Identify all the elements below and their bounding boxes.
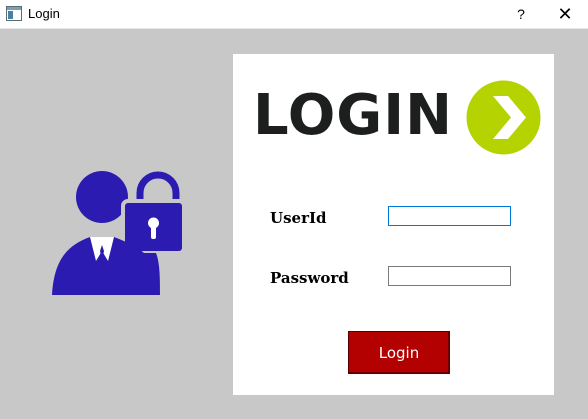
userid-label: UserId	[270, 209, 327, 227]
user-lock-icon	[52, 171, 182, 295]
window-client-area: LOGIN UserId Password Login	[0, 29, 588, 419]
login-button[interactable]: Login	[348, 331, 450, 374]
close-button[interactable]: ✕	[542, 0, 588, 28]
title-bar: Login ? ✕	[0, 0, 588, 29]
help-button[interactable]: ?	[498, 0, 544, 28]
password-label: Password	[270, 269, 349, 287]
window-title: Login	[28, 6, 60, 21]
login-panel: LOGIN UserId Password Login	[233, 54, 554, 395]
app-window-icon	[6, 6, 22, 21]
userid-input[interactable]	[388, 206, 511, 226]
password-input[interactable]	[388, 266, 511, 286]
login-arrow-icon	[466, 80, 541, 155]
login-logo-text: LOGIN	[253, 83, 453, 148]
